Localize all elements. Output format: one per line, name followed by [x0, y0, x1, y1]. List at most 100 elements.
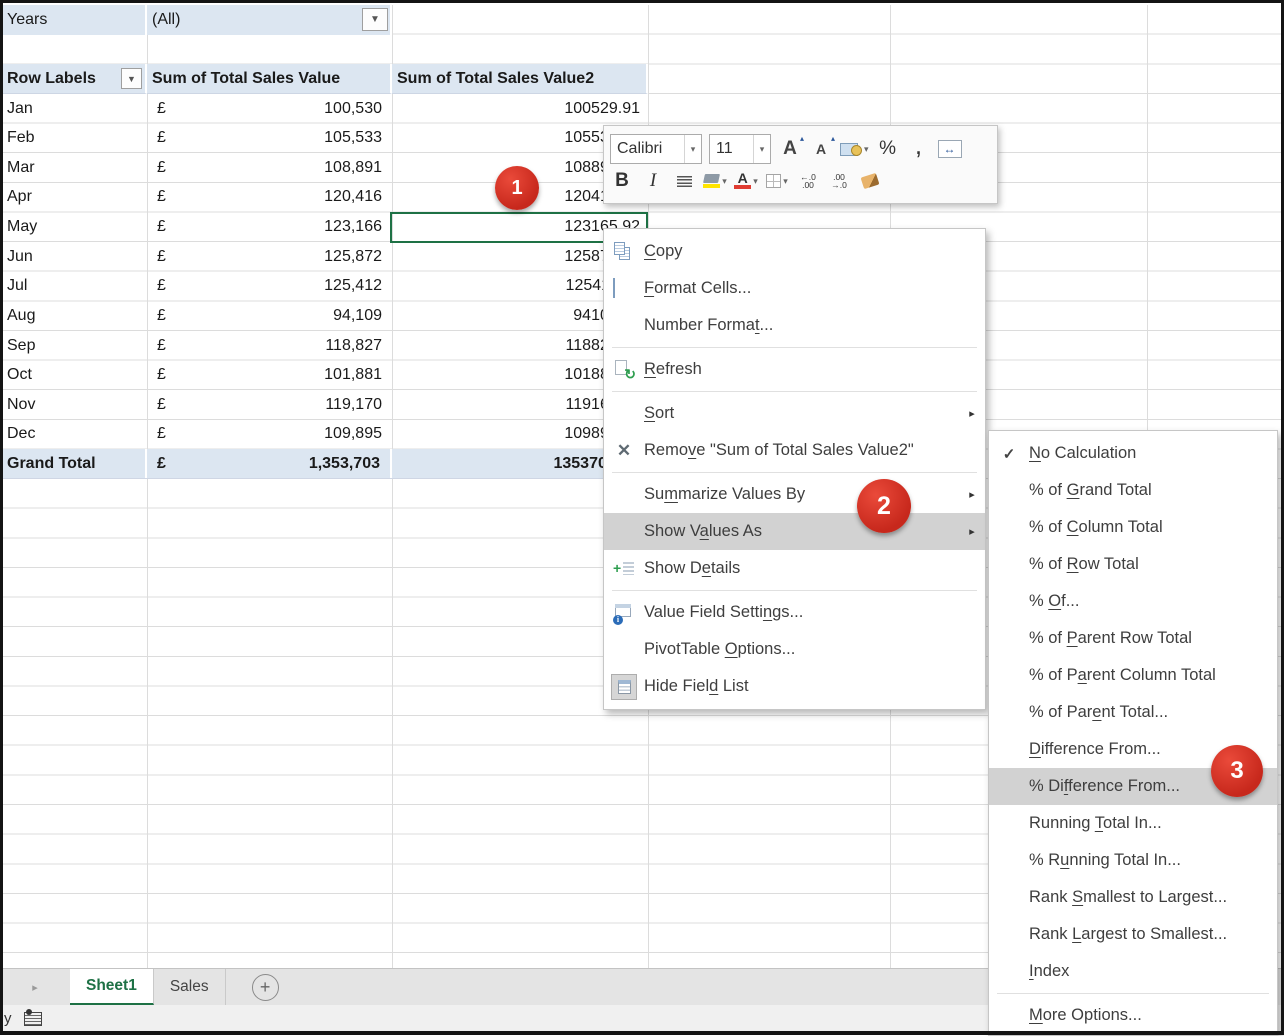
bold-icon: B: [615, 170, 629, 192]
menu-item-show-values-as[interactable]: Show Values As▸: [604, 513, 985, 550]
caret-down-icon[interactable]: ▾: [753, 176, 758, 187]
sheet-tab-sales[interactable]: Sales: [154, 969, 226, 1005]
pivot-cell-month[interactable]: Feb: [0, 123, 147, 153]
menu-item-number-format[interactable]: Number Format...: [604, 307, 985, 344]
align-center-button[interactable]: [672, 167, 696, 195]
pivot-cell-month[interactable]: Jun: [0, 242, 147, 272]
caret-down-icon[interactable]: ▾: [722, 176, 727, 187]
menu-icon-column: [604, 674, 644, 700]
add-sheet-button[interactable]: +: [252, 974, 279, 1001]
menu-item-more-options[interactable]: More Options...: [989, 997, 1277, 1034]
pivot-cell-month[interactable]: Nov: [0, 390, 147, 420]
menu-icon-column: ✓: [989, 445, 1029, 463]
pivot-cell-sales[interactable]: £100,530: [147, 94, 392, 124]
sheet-tab-sheet1[interactable]: Sheet1: [70, 969, 154, 1005]
pivot-cell-sales[interactable]: £125,872: [147, 242, 392, 272]
header-row-labels[interactable]: Row Labels ▼: [0, 64, 147, 94]
menu-item-no-calculation[interactable]: ✓No Calculation: [989, 435, 1277, 472]
menu-item-pivottable-options[interactable]: PivotTable Options...: [604, 631, 985, 668]
menu-item-pct-of-grand-total[interactable]: % of Grand Total: [989, 472, 1277, 509]
menu-item-index[interactable]: Index: [989, 953, 1277, 990]
currency-symbol: £: [157, 218, 166, 236]
pivot-cell-sales[interactable]: £120,416: [147, 183, 392, 213]
decrease-decimal-button[interactable]: .00 →.0: [827, 167, 851, 195]
pivot-cell-sales[interactable]: £125,412: [147, 272, 392, 302]
callout-badge-2: 2: [857, 479, 911, 533]
bold-button[interactable]: B: [610, 167, 634, 195]
caret-down-icon[interactable]: ▾: [684, 135, 701, 163]
format-painter-button[interactable]: [858, 167, 882, 195]
filter-field-cell[interactable]: Years: [0, 5, 147, 35]
pivot-cell-sales[interactable]: £101,881: [147, 360, 392, 390]
pivot-cell-month[interactable]: Apr: [0, 183, 147, 213]
menu-item-pct-of-parent-total[interactable]: % of Parent Total...: [989, 694, 1277, 731]
font-size-select[interactable]: 11 ▾: [709, 134, 771, 164]
grow-font-button[interactable]: A ▴: [778, 135, 802, 163]
menu-item-copy[interactable]: Copy: [604, 233, 985, 270]
menu-item-pct-running-total-in[interactable]: % Running Total In...: [989, 842, 1277, 879]
submenu-arrow-icon: ▸: [959, 407, 985, 420]
pivot-cell-sales[interactable]: £123,166: [147, 212, 392, 242]
pivot-row-oct: Oct£101,881101880.91: [0, 360, 648, 390]
pivot-cell-month[interactable]: Mar: [0, 153, 147, 183]
caret-down-icon[interactable]: ▾: [783, 176, 788, 187]
menu-item-show-details[interactable]: +Show Details: [604, 550, 985, 587]
menu-item-running-total-in[interactable]: Running Total In...: [989, 805, 1277, 842]
sheet-nav-arrow[interactable]: ▸: [0, 969, 70, 1005]
shrink-font-button[interactable]: A ▴: [809, 135, 833, 163]
pivot-cell-sales[interactable]: £118,827: [147, 331, 392, 361]
menu-item-format-cells[interactable]: Format Cells...: [604, 270, 985, 307]
font-color-button[interactable]: A ▾: [734, 167, 758, 195]
menu-item-sort[interactable]: Sort▸: [604, 395, 985, 432]
macro-record-icon[interactable]: [24, 1012, 42, 1026]
menu-item-value-field-settings[interactable]: iValue Field Settings...: [604, 594, 985, 631]
menu-item-pct-of[interactable]: % Of...: [989, 583, 1277, 620]
header-sum-value2[interactable]: Sum of Total Sales Value2: [392, 64, 648, 94]
percent-style-button[interactable]: %: [876, 135, 900, 163]
menu-item-pct-of-row-total[interactable]: % of Row Total: [989, 546, 1277, 583]
pivot-cell-month[interactable]: Sep: [0, 331, 147, 361]
show-details-icon: +: [613, 559, 635, 579]
menu-item-hide-field-list[interactable]: Hide Field List: [604, 668, 985, 705]
menu-item-rank-smallest-to-largest[interactable]: Rank Smallest to Largest...: [989, 879, 1277, 916]
pivot-cell-month[interactable]: Aug: [0, 301, 147, 331]
pivot-cell-sales[interactable]: £105,533: [147, 123, 392, 153]
menu-item-pct-of-parent-column-total[interactable]: % of Parent Column Total: [989, 657, 1277, 694]
caret-down-icon[interactable]: ▾: [753, 135, 770, 163]
pivot-cell-month[interactable]: Jul: [0, 272, 147, 302]
pivot-cell-month[interactable]: Grand Total: [0, 449, 147, 478]
autofit-button[interactable]: ↔: [938, 135, 962, 163]
increase-decimal-button[interactable]: ←.0 .00: [796, 167, 820, 195]
menu-item-summarize-values-by[interactable]: Summarize Values By▸: [604, 476, 985, 513]
filter-dropdown-button[interactable]: ▼: [362, 8, 388, 31]
pivot-cell-month[interactable]: Oct: [0, 360, 147, 390]
menu-item-label: Hide Field List: [644, 677, 985, 696]
currency-symbol: £: [157, 188, 166, 206]
menu-item-rank-largest-to-smallest[interactable]: Rank Largest to Smallest...: [989, 916, 1277, 953]
header-sum-value[interactable]: Sum of Total Sales Value: [147, 64, 392, 94]
font-name-select[interactable]: Calibri ▾: [610, 134, 702, 164]
pivot-cell-month[interactable]: May: [0, 212, 147, 242]
caret-down-icon[interactable]: ▾: [864, 144, 869, 155]
pivot-cell-sales[interactable]: £94,109: [147, 301, 392, 331]
pivot-cell-month[interactable]: Jan: [0, 94, 147, 124]
pivot-cell-month[interactable]: Dec: [0, 420, 147, 450]
row-labels-filter-button[interactable]: ▼: [121, 68, 142, 89]
pivot-context-menu: CopyFormat Cells...Number Format... ↻Refr…: [603, 228, 986, 710]
filter-value-cell[interactable]: (All) ▼: [147, 5, 392, 35]
menu-item-refresh[interactable]: ↻Refresh: [604, 351, 985, 388]
italic-button[interactable]: I: [641, 167, 665, 195]
comma-style-button[interactable]: ,: [907, 135, 931, 163]
fill-color-button[interactable]: ▾: [703, 167, 727, 195]
menu-item-remove-field[interactable]: ✕Remove "Sum of Total Sales Value2": [604, 432, 985, 469]
pivot-cell-sales[interactable]: £119,170: [147, 390, 392, 420]
menu-item-pct-of-parent-row-total[interactable]: % of Parent Row Total: [989, 620, 1277, 657]
pivot-cell-sales[interactable]: £1,353,703: [147, 449, 392, 478]
pivot-cell-sales[interactable]: £108,891: [147, 153, 392, 183]
pivot-cell-sales2[interactable]: 100529.91: [392, 94, 648, 124]
accounting-format-button[interactable]: ▾: [840, 135, 869, 163]
pivot-cell-sales[interactable]: £109,895: [147, 420, 392, 450]
menu-separator: [612, 590, 977, 591]
menu-item-pct-of-column-total[interactable]: % of Column Total: [989, 509, 1277, 546]
borders-button[interactable]: ▾: [765, 167, 789, 195]
